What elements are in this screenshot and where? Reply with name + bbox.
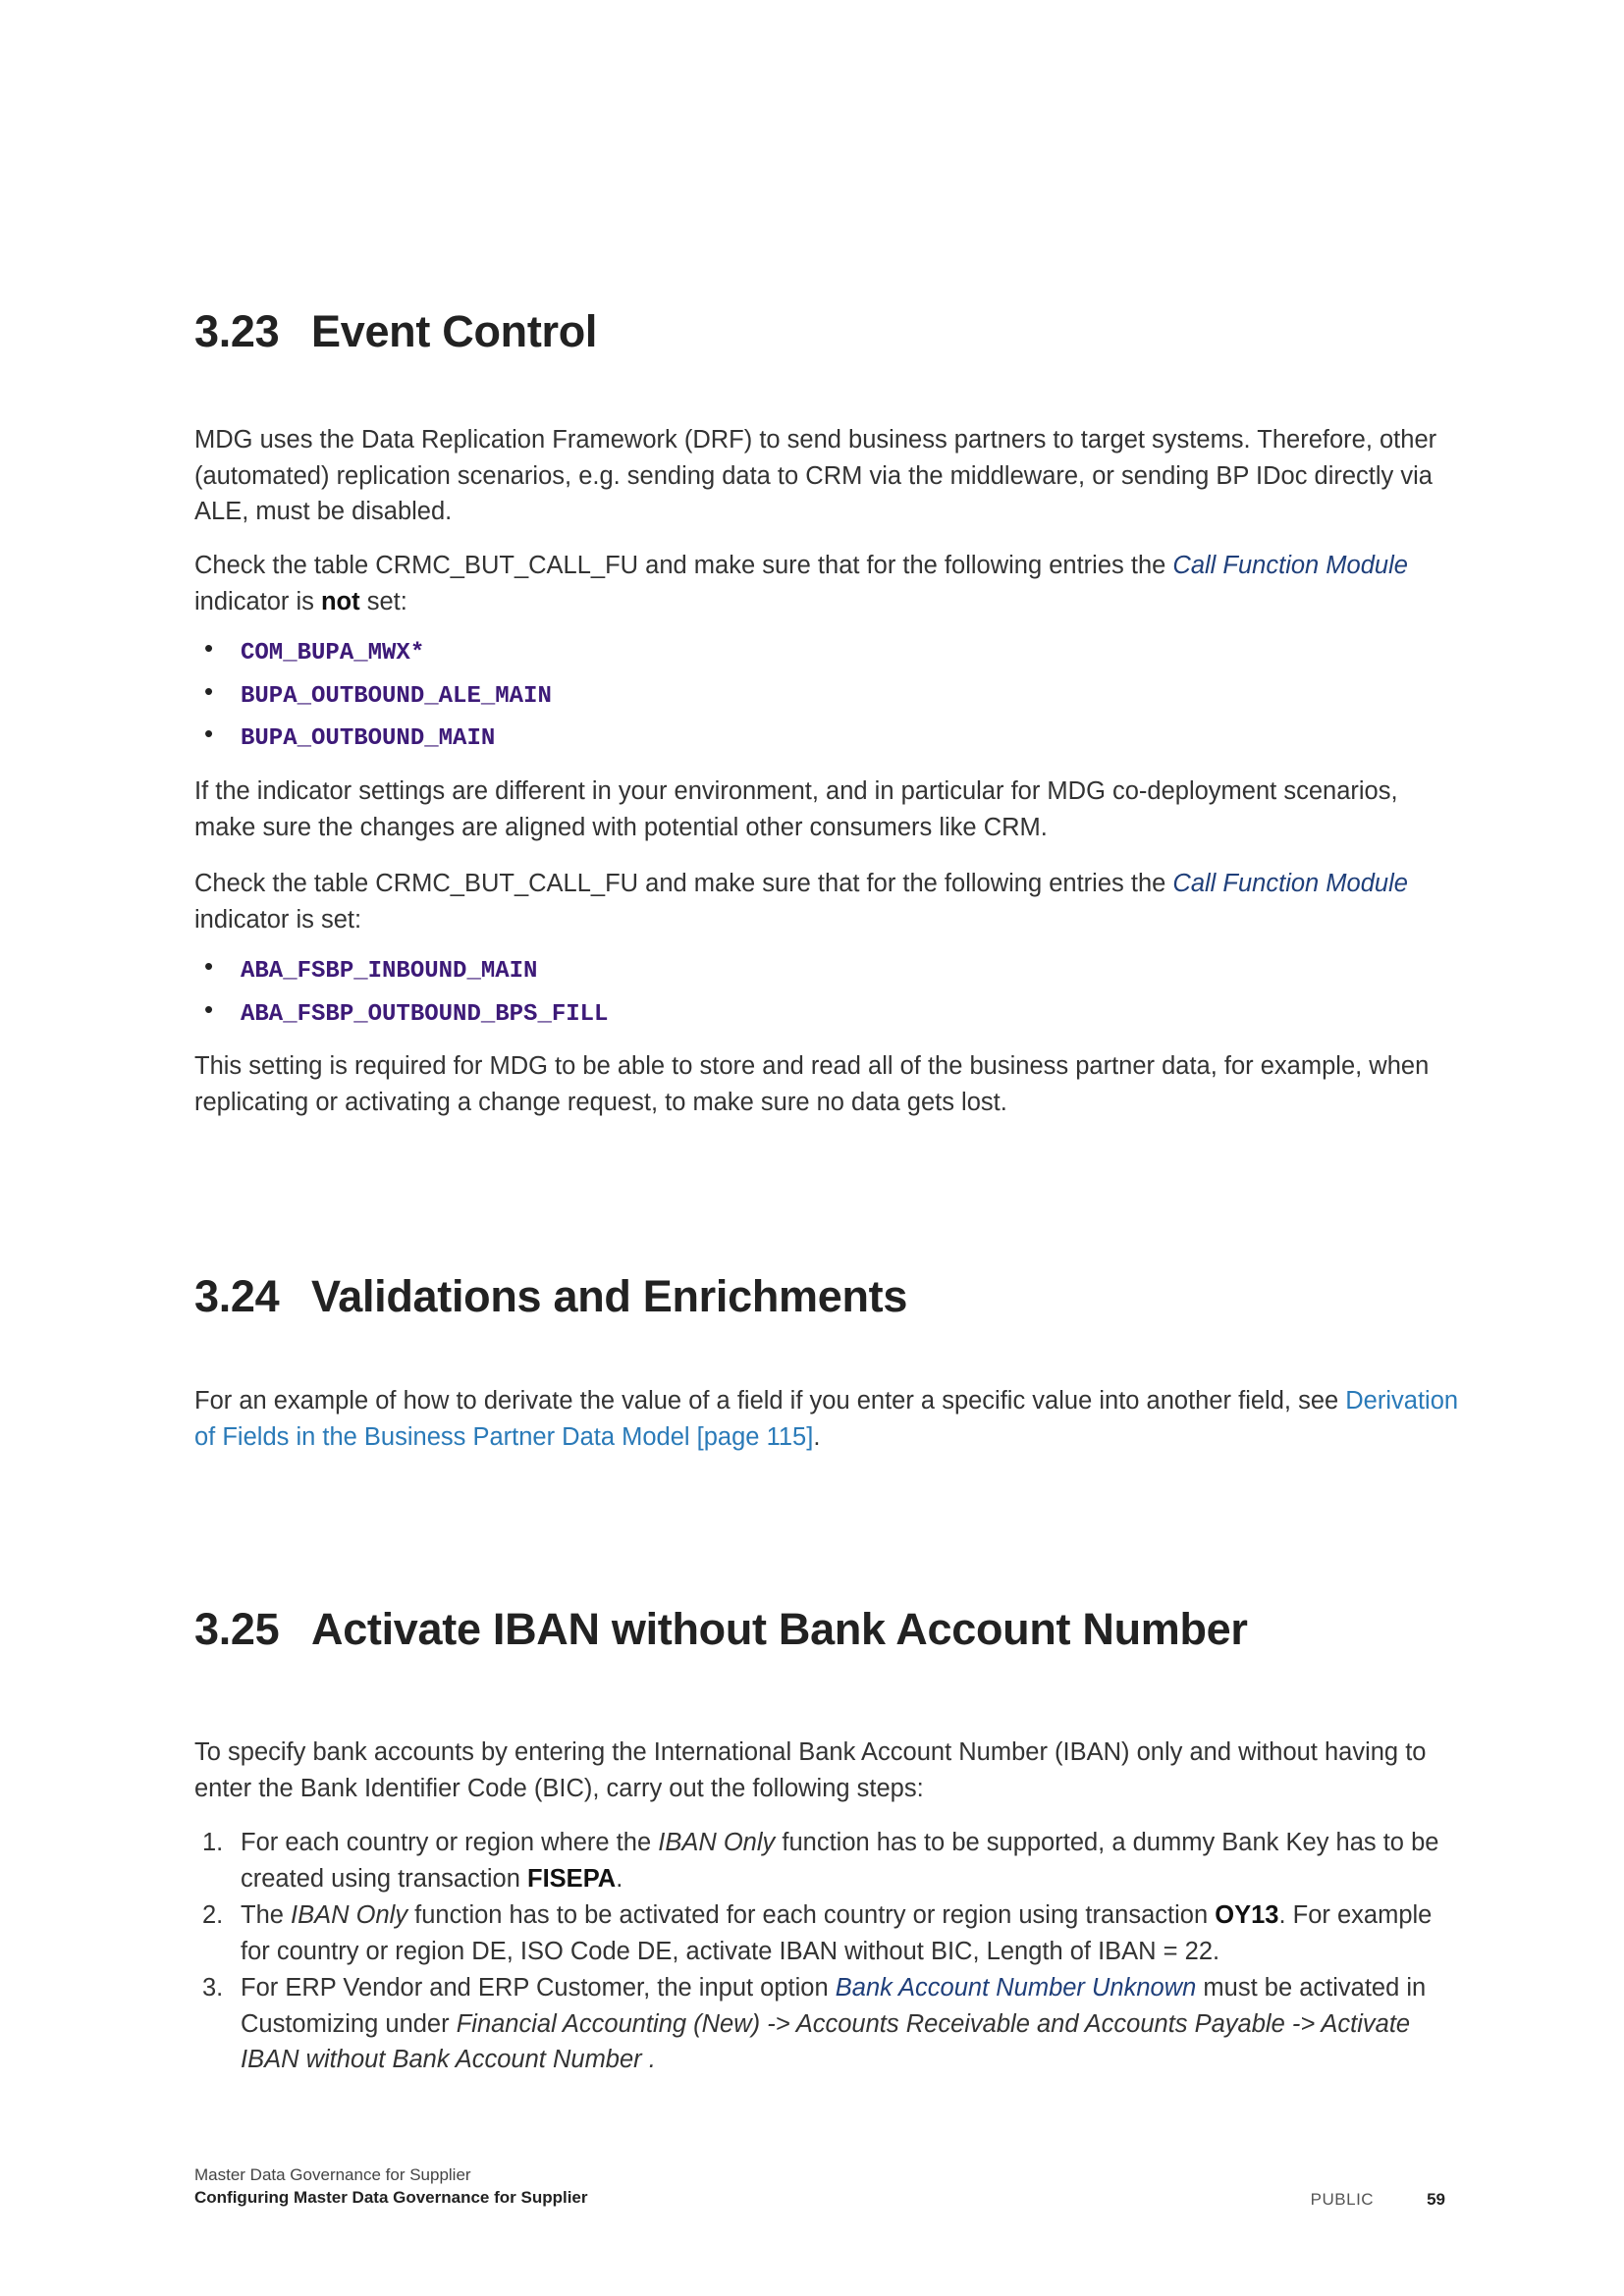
text: The [241, 1901, 292, 1929]
code-entry: ABA_FSBP_INBOUND_MAIN [241, 958, 538, 985]
list-item: • COM_BUPA_MWX* [194, 632, 552, 675]
list-item: • ABA_FSBP_OUTBOUND_BPS_FILL [194, 993, 608, 1037]
section-number: 3.25 [194, 1604, 280, 1654]
bullet-icon: • [204, 951, 214, 981]
italic-term: IBAN Only [291, 1901, 408, 1929]
list-item: • ABA_FSBP_INBOUND_MAIN [194, 950, 608, 993]
transaction-code: FISEPA [527, 1864, 617, 1893]
italic-term: IBAN Only [658, 1829, 776, 1856]
transaction-code: OY13 [1215, 1901, 1279, 1929]
bullet-icon: • [204, 675, 214, 706]
list-item: 2. The IBAN Only function has to be activ… [194, 1897, 1461, 1969]
footer-chapter: Configuring Master Data Governance for S… [194, 2188, 588, 2207]
bold-not: not [320, 587, 360, 615]
text: indicator is [194, 587, 321, 615]
code-entry: COM_BUPA_MWX* [241, 640, 425, 667]
section-title: Validations and Enrichments [311, 1271, 908, 1321]
section-title: Event Control [311, 306, 598, 356]
list-item: 1. For each country or region where the I… [194, 1825, 1461, 1896]
list-item: 3. For ERP Vendor and ERP Customer, the i… [194, 1970, 1461, 2078]
code-entry: BUPA_OUTBOUND_MAIN [241, 725, 496, 752]
text: For each country or region where the [241, 1829, 659, 1856]
step-number: 1. [202, 1829, 224, 1856]
list-item: • BUPA_OUTBOUND_ALE_MAIN [194, 675, 552, 719]
bank-account-number-unknown-link[interactable]: Bank Account Number Unknown [836, 1974, 1197, 2002]
code-list-not-set: • COM_BUPA_MWX* • BUPA_OUTBOUND_ALE_MAIN •… [194, 632, 552, 761]
text: Check the table CRMC_BUT_CALL_FU and mak… [194, 552, 1173, 579]
page-number: 59 [1427, 2190, 1445, 2209]
text: function has to be activated for each co… [407, 1901, 1216, 1929]
bullet-icon: • [204, 993, 214, 1024]
section-number: 3.23 [194, 306, 280, 356]
text: For ERP Vendor and ERP Customer, the inp… [241, 1974, 836, 2002]
paragraph-setting-required: This setting is required for MDG to be a… [194, 1052, 1430, 1116]
code-list-set: • ABA_FSBP_INBOUND_MAIN • ABA_FSBP_OUTBOUN… [194, 950, 608, 1036]
section-number: 3.24 [194, 1271, 280, 1321]
step-number: 2. [202, 1901, 224, 1929]
section-heading-3-23: 3.23 Event Control [194, 306, 597, 357]
page-footer: Master Data Governance for Supplier Conf… [194, 2164, 1451, 2210]
call-function-module-link[interactable]: Call Function Module [1172, 552, 1408, 579]
section-heading-3-24: 3.24 Validations and Enrichments [194, 1271, 907, 1322]
list-item: • BUPA_OUTBOUND_MAIN [194, 718, 552, 761]
text: . [813, 1422, 821, 1451]
paragraph-iban-intro: To specify bank accounts by entering the… [194, 1738, 1427, 1802]
footer-right: PUBLIC 59 [1311, 2188, 1445, 2212]
section-heading-3-25: 3.25 Activate IBAN without Bank Account N… [194, 1604, 1248, 1655]
paragraph-check-table-set: Check the table CRMC_BUT_CALL_FU and mak… [194, 866, 1461, 937]
section-title: Activate IBAN without Bank Account Numbe… [311, 1604, 1248, 1654]
code-entry: BUPA_OUTBOUND_ALE_MAIN [241, 682, 552, 710]
text: set: [359, 587, 407, 615]
bullet-icon: • [204, 719, 214, 748]
text: indicator is set: [194, 905, 362, 934]
text: Check the table CRMC_BUT_CALL_FU and mak… [194, 870, 1173, 897]
text: . [641, 2046, 656, 2073]
footer-classification: PUBLIC [1310, 2190, 1375, 2209]
paragraph-indicator-settings: If the indicator settings are different … [194, 777, 1398, 841]
footer-doc-title: Master Data Governance for Supplier [194, 2165, 471, 2184]
steps-list: 1. For each country or region where the I… [194, 1825, 1461, 2079]
paragraph-derivation: For an example of how to derivate the va… [194, 1383, 1461, 1455]
paragraph-drf: MDG uses the Data Replication Framework … [194, 426, 1437, 525]
code-entry: ABA_FSBP_OUTBOUND_BPS_FILL [241, 1000, 609, 1028]
text: . [616, 1864, 623, 1893]
text: For an example of how to derivate the va… [194, 1387, 1346, 1415]
paragraph-check-table-not-set: Check the table CRMC_BUT_CALL_FU and mak… [194, 548, 1461, 619]
bullet-icon: • [204, 633, 214, 663]
call-function-module-link[interactable]: Call Function Module [1172, 870, 1408, 897]
step-number: 3. [202, 1974, 224, 2002]
